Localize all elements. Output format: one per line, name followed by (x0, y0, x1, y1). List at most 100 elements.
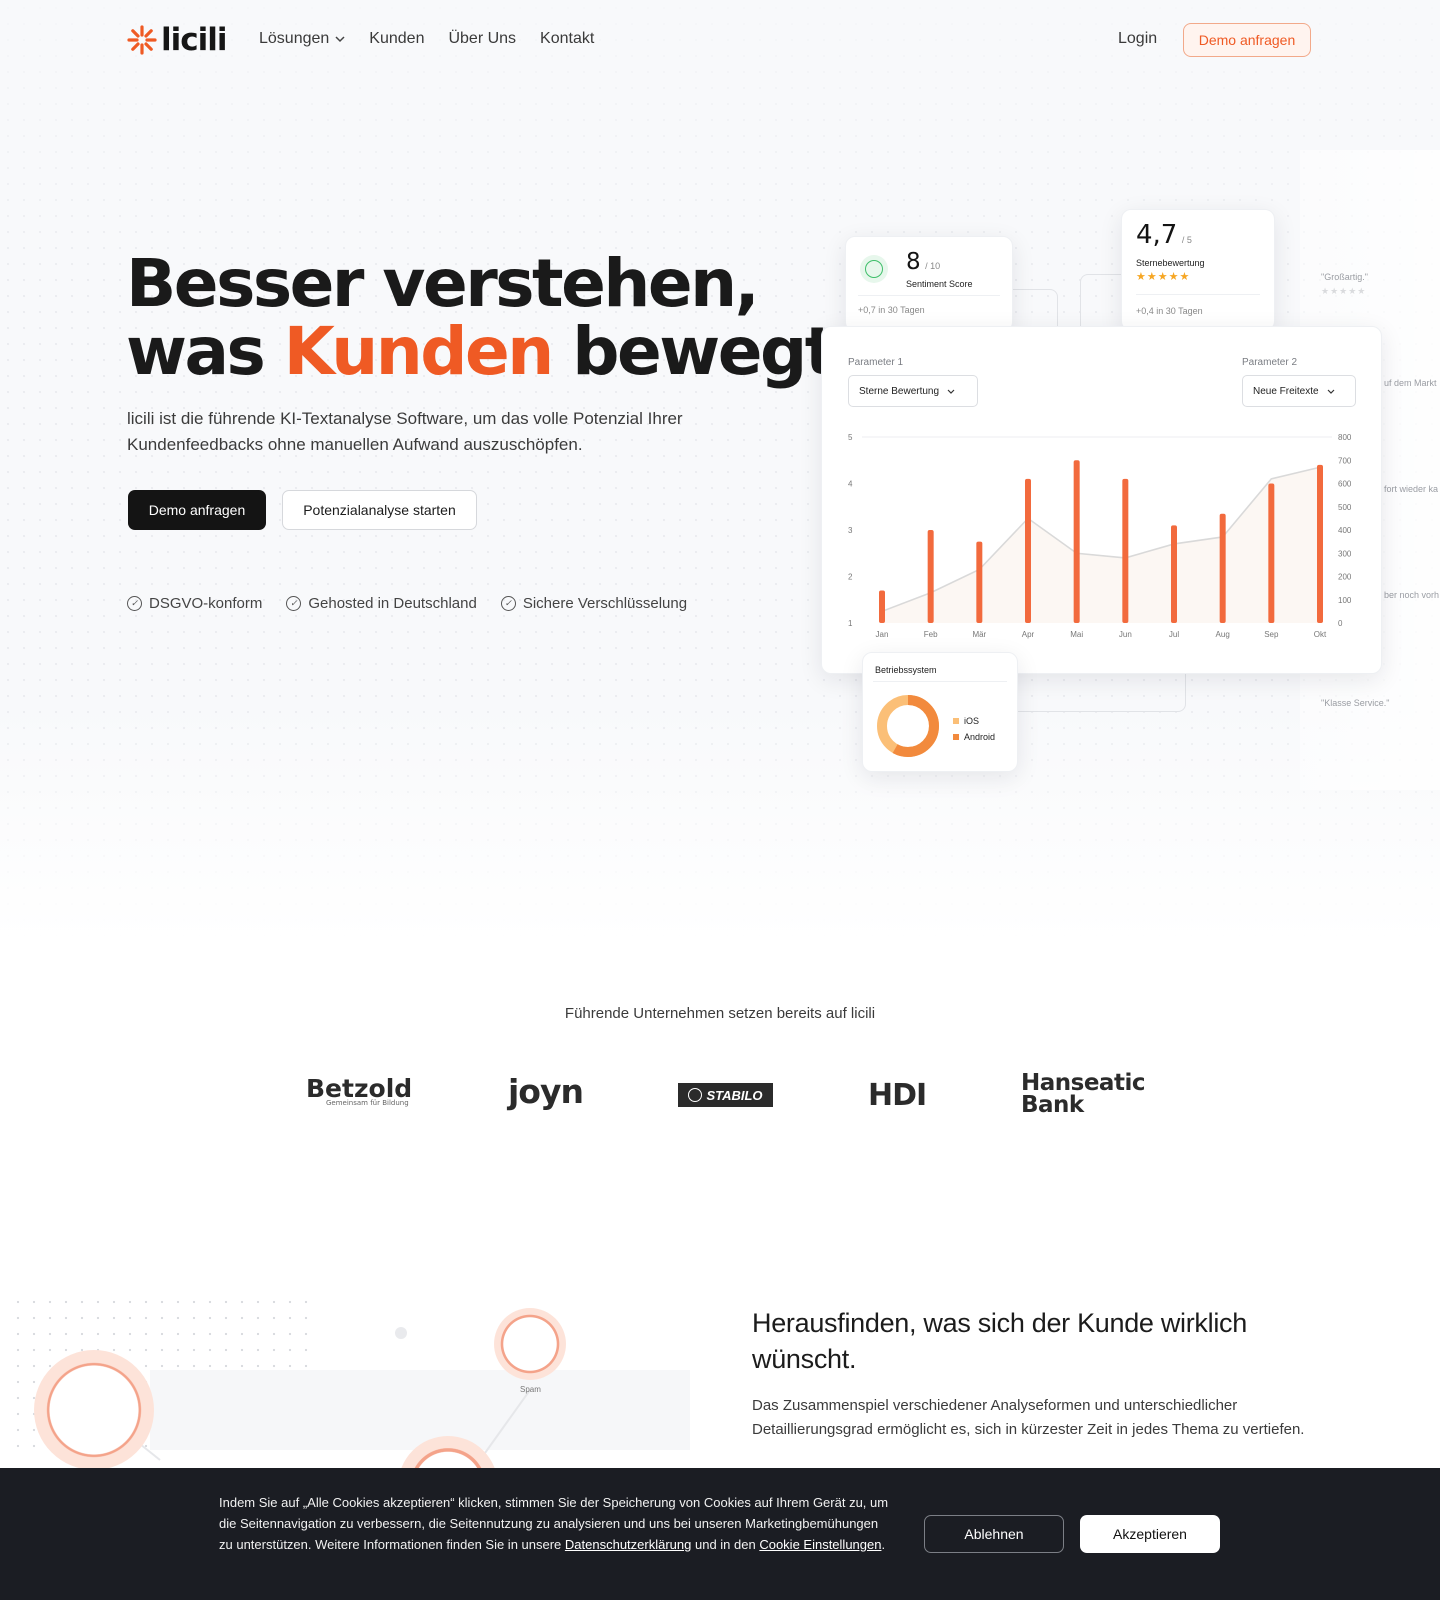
check-circle-icon: ✓ (127, 596, 142, 611)
connector-line (1018, 674, 1186, 712)
legend-swatch (953, 734, 959, 740)
os-title: Betriebssystem (875, 665, 937, 675)
spam-topic-node[interactable] (494, 1308, 566, 1380)
y-left-tick-label: 3 (848, 526, 853, 535)
card-divider (858, 295, 1000, 296)
badge-encryption: ✓ Sichere Verschlüsselung (500, 595, 688, 612)
line-area (882, 467, 1320, 623)
cookie-text-part: und in den (691, 1537, 760, 1552)
sentiment-value: 8 (906, 249, 921, 275)
y-right-tick-label: 0 (1338, 619, 1343, 628)
chart-bar (927, 530, 934, 623)
badge-label: Gehosted in Deutschland (308, 595, 477, 612)
y-right-tick-label: 700 (1338, 456, 1352, 465)
x-tick-label: Aug (1216, 630, 1230, 639)
cookie-decline-button[interactable]: Ablehnen (924, 1515, 1064, 1553)
feature-text: Das Zusammenspiel verschiedener Analysef… (752, 1397, 1305, 1438)
stabilo-mark-icon (688, 1088, 703, 1102)
hdi-logo: HDI (868, 1078, 927, 1113)
badge-dsgvo: ✓ DSGVO-konform (127, 595, 262, 612)
badge-hosted: ✓ Gehosted in Deutschland (286, 595, 477, 612)
sentiment-max: / 10 (925, 261, 941, 271)
card-divider (1136, 294, 1260, 295)
star-rating-card: 4,7 / 5 Sternebewertung ★★★★★ +0,4 in 30… (1121, 209, 1275, 331)
connector-line (1080, 274, 1122, 329)
nav-item-kontakt[interactable]: Kontakt (540, 30, 594, 48)
legend-swatch (953, 718, 959, 724)
chart-bar (1025, 478, 1031, 623)
y-right-tick-label: 400 (1338, 526, 1352, 535)
os-distribution-card: Betriebssystem iOS Android (862, 652, 1018, 772)
chart-bar (1122, 478, 1129, 623)
ghost-quote: "Klasse Service." (1321, 698, 1390, 708)
nav-item-label: Lösungen (259, 30, 330, 47)
x-tick-label: Jan (876, 630, 889, 639)
x-tick-label: Jun (1119, 630, 1132, 639)
y-right-tick-label: 200 (1338, 573, 1352, 582)
rating-change: +0,4 in 30 Tagen (1136, 306, 1203, 316)
cookie-text: Indem Sie auf „Alle Cookies akzeptieren“… (219, 1492, 889, 1555)
nav-demo-button[interactable]: Demo anfragen (1183, 23, 1311, 57)
potential-analysis-button[interactable]: Potenzialanalyse starten (282, 490, 477, 530)
headline-line-2: was Kunden bewegt. (126, 318, 859, 386)
ghost-quote: ber noch vorh (1384, 590, 1440, 600)
badge-label: DSGVO-konform (149, 595, 263, 612)
headline-post: bewegt. (551, 313, 859, 390)
cookie-text-part: . (881, 1537, 886, 1552)
x-tick-label: Jul (1169, 630, 1179, 639)
node-label: Spam (520, 1385, 541, 1394)
star-rating-icons: ★★★★★ (1136, 271, 1191, 283)
hanseatic-bank-logo: Hanseatic Bank (1021, 1070, 1145, 1118)
trust-badges: ✓ DSGVO-konform ✓ Gehosted in Deutschland … (127, 595, 687, 612)
privacy-policy-link[interactable]: Datenschutzerklärung (565, 1537, 691, 1552)
login-link[interactable]: Login (1118, 30, 1157, 48)
chart-bar (879, 590, 885, 623)
logo-wordmark: licili (161, 22, 228, 58)
headline-accent: Kunden (283, 313, 554, 390)
sentiment-change: +0,7 in 30 Tagen (858, 305, 925, 315)
large-topic-node[interactable] (34, 1350, 154, 1470)
hanseatic-line-1: Hanseatic (1021, 1070, 1145, 1096)
y-right-tick-label: 800 (1338, 433, 1352, 442)
cookie-settings-link[interactable]: Cookie Einstellungen (759, 1537, 881, 1552)
ghost-quote: uf dem Markt (1384, 378, 1437, 388)
y-left-tick-label: 1 (848, 619, 853, 628)
chart-bar (1317, 464, 1323, 623)
check-circle-icon: ✓ (500, 596, 516, 611)
hanseatic-line-2: Bank (1021, 1092, 1084, 1118)
nav-item-loesungen[interactable]: Lösungen (259, 30, 345, 48)
y-right-tick-label: 600 (1338, 480, 1352, 489)
donut-chart (877, 695, 939, 757)
hero-demo-button[interactable]: Demo anfragen (128, 490, 266, 530)
joyn-logo: joyn (508, 1072, 584, 1111)
y-left-tick-label: 5 (848, 433, 853, 442)
sun-logo-icon (127, 25, 157, 55)
x-tick-label: Okt (1314, 630, 1327, 639)
card-divider (873, 681, 1007, 682)
hero-subtitle: licili ist die führende KI-Textanalyse S… (127, 409, 683, 454)
y-left-tick-label: 2 (848, 573, 853, 582)
badge-label: Sichere Verschlüsselung (522, 595, 688, 612)
legend-label: iOS (964, 716, 980, 726)
stabilo-wordmark: STABILO (706, 1087, 763, 1103)
y-left-tick-label: 4 (848, 480, 853, 489)
legend-ios: iOS (953, 713, 995, 729)
sentiment-value-row: 8 / 10 (906, 249, 940, 275)
headline-line-1: Besser verstehen, (126, 245, 760, 322)
nav-item-kunden[interactable]: Kunden (369, 30, 424, 48)
y-right-tick-label: 300 (1338, 549, 1352, 558)
feature-title: Herausfinden, was sich der Kunde wirklic… (752, 1308, 1247, 1374)
cookie-accept-button[interactable]: Akzeptieren (1080, 1515, 1220, 1553)
betzold-logo: Betzold Gemeinsam für Bildung (306, 1074, 412, 1107)
sentiment-label: Sentiment Score (906, 279, 973, 289)
chart-bar (1171, 525, 1177, 623)
licili-logo[interactable]: licili (127, 22, 228, 58)
ghost-stars: ★★★★★ (1321, 286, 1367, 296)
top-navigation: licili Lösungen Kunden Über Uns Kontakt … (0, 0, 1440, 80)
bar-line-chart: 1 2 3 4 5 0 100 200 300 400 500 600 700 800 Jan Feb Mär A… (848, 433, 1352, 639)
rating-max: / 5 (1181, 235, 1192, 245)
y-right-tick-label: 500 (1338, 503, 1352, 512)
rating-value-row: 4,7 / 5 (1136, 220, 1192, 250)
nav-item-ueber-uns[interactable]: Über Uns (448, 30, 516, 48)
sentiment-score-card: 8 / 10 Sentiment Score +0,7 in 30 Tagen (845, 236, 1013, 332)
